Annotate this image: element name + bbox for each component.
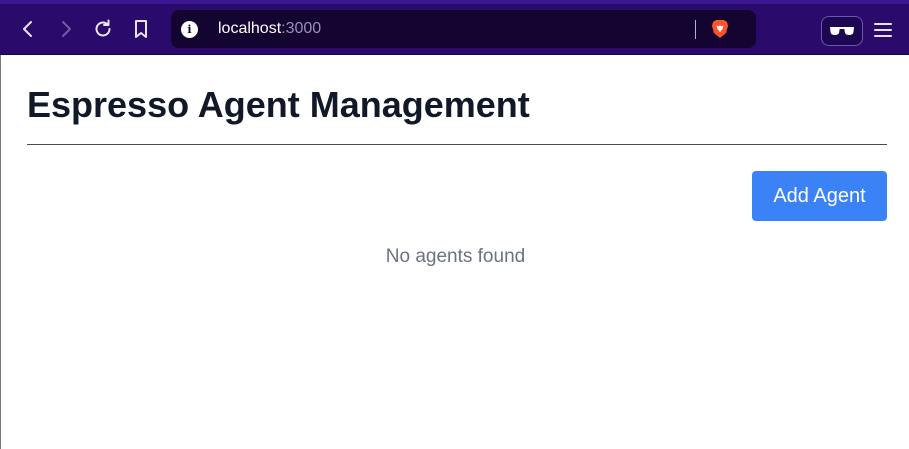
- menu-button[interactable]: [873, 20, 893, 40]
- page-title: Espresso Agent Management: [27, 84, 530, 125]
- bookmark-icon: [135, 20, 147, 38]
- brave-shield-icon[interactable]: [709, 18, 731, 40]
- url-text[interactable]: localhost:3000: [218, 19, 321, 39]
- private-window-button[interactable]: [821, 16, 863, 46]
- page-content: Espresso Agent Management Add Agent No a…: [0, 55, 909, 449]
- address-bar[interactable]: i localhost:3000: [171, 10, 756, 48]
- browser-toolbar: i localhost:3000: [0, 0, 909, 55]
- add-agent-button[interactable]: Add Agent: [752, 171, 887, 221]
- back-icon: [23, 21, 32, 37]
- hamburger-menu-icon: [874, 23, 892, 37]
- private-glasses-icon: [830, 27, 854, 35]
- url-port: :3000: [281, 20, 322, 37]
- url-separator: [695, 20, 696, 39]
- title-divider: [27, 144, 887, 145]
- reload-icon: [95, 19, 111, 37]
- back-button[interactable]: [17, 18, 39, 40]
- empty-state-message: No agents found: [385, 246, 526, 267]
- info-icon[interactable]: i: [181, 21, 198, 38]
- forward-button[interactable]: [55, 18, 77, 40]
- reload-button[interactable]: [92, 18, 114, 40]
- url-host: localhost: [218, 20, 282, 37]
- bookmark-button[interactable]: [130, 18, 152, 40]
- forward-icon: [62, 21, 71, 37]
